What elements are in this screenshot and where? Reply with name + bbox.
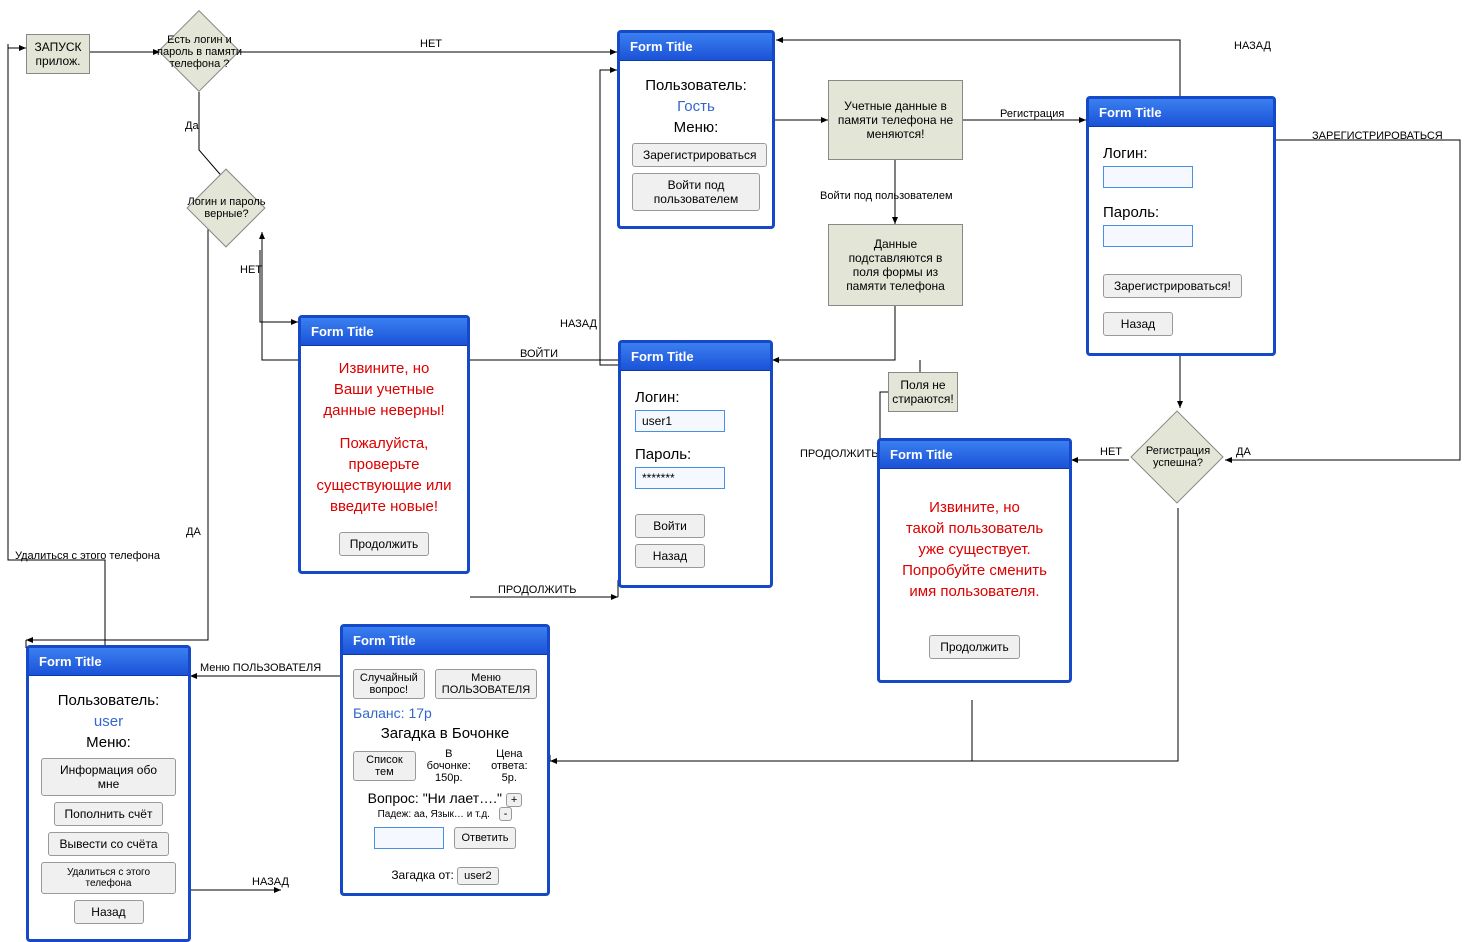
err-l6: существующие или	[313, 475, 455, 496]
form-game: Form Title Случайный вопрос! Меню ПОЛЬЗО…	[340, 624, 550, 896]
form-login-title: Form Title	[621, 343, 770, 371]
game-heading: Загадка в Бочонке	[353, 725, 537, 742]
note-fields-kept: Поля не стираются!	[888, 372, 958, 412]
edge-nazad-reg: НАЗАД	[1234, 40, 1271, 52]
edge-voiti: ВОЙТИ	[520, 348, 558, 360]
ex-l1: Извините, но	[894, 497, 1055, 518]
form-guest-title: Form Title	[620, 33, 772, 61]
ex-continue-button[interactable]: Продолжить	[929, 635, 1020, 659]
game-random-button[interactable]: Случайный вопрос!	[353, 669, 425, 699]
game-question-text: "Ни лает…."	[423, 790, 502, 806]
user-info-button[interactable]: Информация обо мне	[41, 758, 176, 796]
game-answer-button[interactable]: Ответить	[454, 827, 515, 849]
game-from-label: Загадка от:	[391, 868, 453, 882]
form-error-title: Form Title	[301, 318, 467, 346]
reg-login-label: Логин:	[1103, 145, 1259, 162]
start-box: ЗАПУСК прилож.	[26, 34, 90, 74]
ex-l3: уже существует.	[894, 539, 1055, 560]
decision-creds-valid	[186, 168, 265, 247]
game-menu-button[interactable]: Меню ПОЛЬЗОВАТЕЛЯ	[435, 669, 537, 699]
err-l7: введите новые!	[313, 496, 455, 517]
game-hint: Падеж: аа, Язык… и т.д.	[378, 809, 490, 820]
edge-udalitsya: Удалиться с этого телефона	[15, 550, 160, 562]
game-barrel-label: В бочонке:	[426, 748, 472, 772]
err-l3: данные неверны!	[313, 400, 455, 421]
ex-l4: Попробуйте сменить	[894, 560, 1055, 581]
user-back-button[interactable]: Назад	[74, 900, 144, 924]
note-prefill: Данные подставляются в поля формы из пам…	[828, 224, 963, 306]
err-l1: Извините, но	[313, 358, 455, 379]
edge-nazad-bottom: НАЗАД	[252, 876, 289, 888]
login-enter-button[interactable]: Войти	[635, 514, 705, 538]
user-withdraw-button[interactable]: Вывести со счёта	[48, 832, 168, 856]
form-guest: Form Title Пользователь: Гость Меню: Зар…	[617, 30, 775, 229]
reg-back-button[interactable]: Назад	[1103, 312, 1173, 336]
guest-login-as-button[interactable]: Войти под пользователем	[632, 173, 760, 211]
game-price-label: Цена ответа:	[482, 748, 537, 772]
form-user-menu: Form Title Пользователь: user Меню: Инфо…	[26, 645, 191, 942]
login-back-button[interactable]: Назад	[635, 544, 705, 568]
edge-menu-user: Меню ПОЛЬЗОВАТЕЛЯ	[200, 662, 321, 674]
note-creds-unchanged: Учетные данные в памяти телефона не меня…	[828, 80, 963, 160]
edge-net2: НЕТ	[240, 264, 262, 276]
decision-reg-ok	[1130, 410, 1223, 503]
game-price-value: 5р.	[482, 772, 537, 784]
edge-da1: Да	[185, 120, 199, 132]
user-menu-label: Меню:	[41, 734, 176, 751]
err-continue-button[interactable]: Продолжить	[339, 532, 430, 556]
form-exists-title: Form Title	[880, 441, 1069, 469]
guest-register-button[interactable]: Зарегистрироваться	[632, 143, 767, 167]
edge-zareg: ЗАРЕГИСТРИРОВАТЬСЯ	[1312, 130, 1443, 142]
guest-user-label: Пользователь:	[632, 77, 760, 94]
login-pass-label: Пароль:	[635, 446, 756, 463]
edge-voiti-pod: Войти под пользователем	[820, 190, 953, 202]
decision-has-creds	[158, 10, 240, 92]
game-answer-input[interactable]	[374, 827, 444, 849]
form-reg-title: Form Title	[1089, 99, 1273, 127]
login-login-input[interactable]	[635, 410, 725, 432]
edge-da2: ДА	[186, 526, 201, 538]
guest-user-value: Гость	[632, 98, 760, 115]
edge-prodolzhit-error: ПРОДОЛЖИТЬ	[498, 584, 576, 596]
game-balance: Баланс: 17р	[353, 705, 537, 721]
user-user-label: Пользователь:	[41, 692, 176, 709]
edge-reg: Регистрация	[1000, 108, 1064, 120]
reg-pass-input[interactable]	[1103, 225, 1193, 247]
game-question-label: Вопрос:	[368, 790, 419, 806]
game-plus-button[interactable]: +	[506, 793, 522, 807]
edge-da3: ДА	[1236, 446, 1251, 458]
guest-menu-label: Меню:	[632, 119, 760, 136]
ex-l2: такой пользователь	[894, 518, 1055, 539]
user-topup-button[interactable]: Пополнить счёт	[54, 802, 164, 826]
err-l4: Пожалуйста,	[313, 433, 455, 454]
form-login: Form Title Логин: Пароль: Войти Назад	[618, 340, 773, 588]
form-user-title: Form Title	[29, 648, 188, 676]
err-l5: проверьте	[313, 454, 455, 475]
game-from-user-button[interactable]: user2	[457, 867, 499, 885]
login-pass-input[interactable]	[635, 467, 725, 489]
form-user-exists: Form Title Извините, но такой пользовате…	[877, 438, 1072, 683]
form-registration: Form Title Логин: Пароль: Зарегистрирова…	[1086, 96, 1276, 356]
user-delete-button[interactable]: Удалиться с этого телефона	[41, 862, 176, 894]
game-topics-button[interactable]: Список тем	[353, 751, 416, 781]
reg-pass-label: Пароль:	[1103, 204, 1259, 221]
reg-submit-button[interactable]: Зарегистрироваться!	[1103, 274, 1242, 298]
ex-l5: имя пользователя.	[894, 581, 1055, 602]
form-game-title: Form Title	[343, 627, 547, 655]
reg-login-input[interactable]	[1103, 166, 1193, 188]
edge-net3: НЕТ	[1100, 446, 1122, 458]
user-user-value: user	[41, 713, 176, 730]
edge-nazad-login: НАЗАД	[560, 318, 597, 330]
edge-net1: НЕТ	[420, 38, 442, 50]
edge-prodolzhit-exists: ПРОДОЛЖИТЬ	[800, 448, 878, 460]
game-minus-button[interactable]: -	[499, 807, 513, 821]
form-error: Form Title Извините, но Ваши учетные дан…	[298, 315, 470, 574]
login-login-label: Логин:	[635, 389, 756, 406]
err-l2: Ваши учетные	[313, 379, 455, 400]
game-barrel-value: 150р.	[426, 772, 472, 784]
